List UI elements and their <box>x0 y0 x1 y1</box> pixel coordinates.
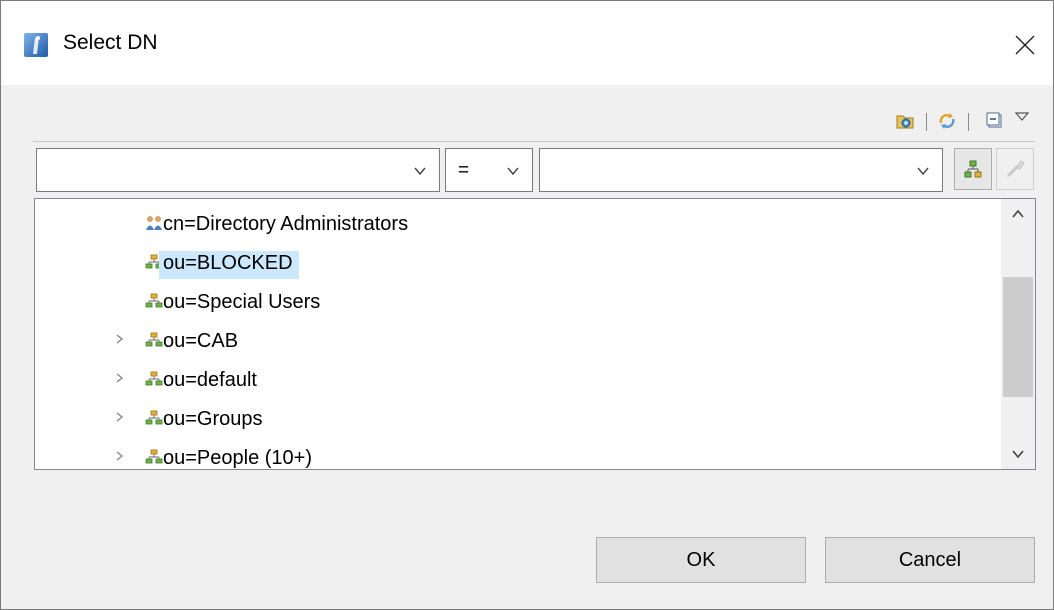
refresh-icon[interactable] <box>937 111 957 131</box>
close-button[interactable] <box>997 17 1053 73</box>
select-dn-dialog: Select DN = cn=Directory Administrators … <box>0 0 1054 610</box>
tree-item[interactable]: ou=People (10+) <box>35 439 995 469</box>
tree-item-label: ou=Special Users <box>163 291 321 313</box>
view-toolbar <box>1 101 1053 137</box>
scroll-up-button[interactable] <box>1001 199 1035 229</box>
cancel-button[interactable]: Cancel <box>825 537 1035 583</box>
chevron-down-icon <box>507 167 519 176</box>
collapse-all-icon[interactable] <box>985 111 1005 131</box>
tree-item[interactable]: ou=default <box>35 361 995 395</box>
dialog-title: Select DN <box>63 31 158 54</box>
app-logo-icon <box>23 32 49 58</box>
tree-item-label: ou=BLOCKED <box>159 251 299 279</box>
chevron-down-icon <box>1012 450 1024 459</box>
tree-item-label: ou=CAB <box>163 330 239 352</box>
chevron-down-icon <box>414 167 426 176</box>
toolbar-separator <box>926 113 927 131</box>
toolbar-separator <box>968 113 969 131</box>
chevron-right-icon[interactable] <box>113 369 127 387</box>
tree-item[interactable]: ou=Groups <box>35 400 995 434</box>
scrollbar-thumb[interactable] <box>1003 277 1033 397</box>
operator-combo[interactable]: = <box>445 148 533 192</box>
scroll-down-button[interactable] <box>1001 439 1035 469</box>
ok-button[interactable]: OK <box>596 537 806 583</box>
vertical-scrollbar[interactable] <box>1001 199 1035 469</box>
tree-item-label: ou=default <box>163 369 257 391</box>
tree-search-icon <box>964 160 982 178</box>
dn-tree[interactable]: cn=Directory Administrators ou=BLOCKED ou=… <box>34 198 1036 470</box>
title-bar: Select DN <box>1 1 1053 85</box>
tree-item-label: cn=Directory Administrators <box>163 213 409 235</box>
toolbar-divider <box>33 141 1035 142</box>
tree-item[interactable]: ou=CAB <box>35 322 995 356</box>
tree-item[interactable]: ou=Special Users <box>35 283 995 317</box>
tree-item[interactable]: cn=Directory Administrators <box>35 205 995 239</box>
tree-item-label: ou=Groups <box>163 408 263 430</box>
tree-item-label: ou=People (10+) <box>163 447 313 469</box>
close-icon <box>1015 35 1035 55</box>
attribute-combo[interactable] <box>36 148 440 192</box>
chevron-right-icon[interactable] <box>113 408 127 426</box>
clear-filter-button[interactable] <box>996 148 1034 190</box>
goto-dn-icon[interactable] <box>895 111 915 131</box>
chevron-right-icon[interactable] <box>113 330 127 348</box>
clear-filter-icon <box>1006 160 1025 178</box>
chevron-up-icon <box>1012 209 1024 218</box>
value-combo[interactable] <box>539 148 943 192</box>
chevron-down-icon <box>917 167 929 176</box>
chevron-right-icon[interactable] <box>113 447 127 465</box>
apply-filter-button[interactable] <box>954 148 992 190</box>
view-menu-icon[interactable] <box>1014 109 1031 129</box>
operator-combo-value: = <box>458 160 470 181</box>
tree-item[interactable]: ou=BLOCKED <box>35 244 995 279</box>
